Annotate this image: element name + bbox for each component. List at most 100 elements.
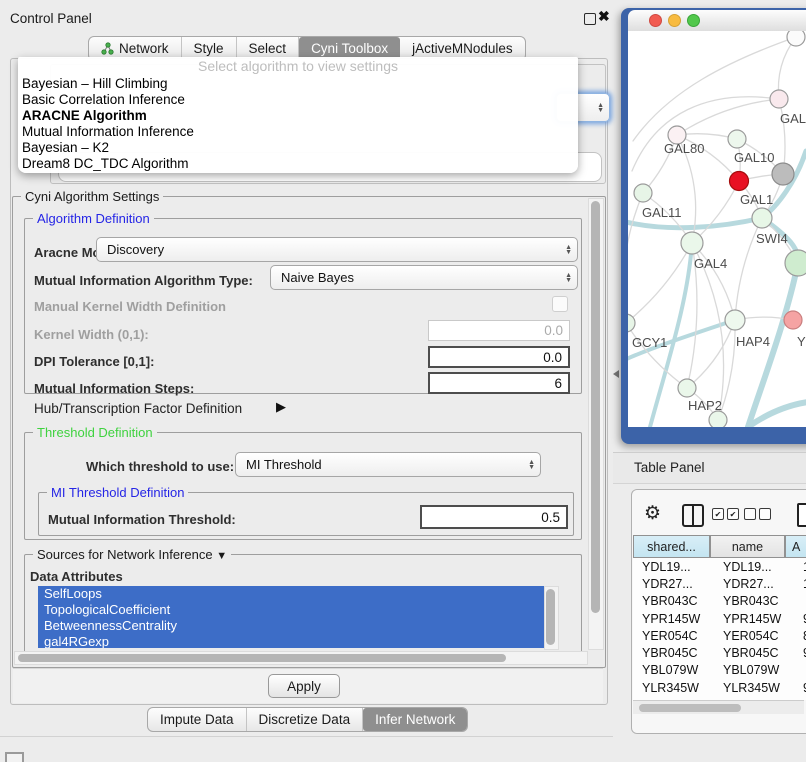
network-node-bottom[interactable] — [709, 411, 727, 427]
network-node-salmon[interactable] — [784, 311, 802, 329]
column-header-name[interactable]: name — [710, 535, 785, 558]
network-node-swi4[interactable] — [752, 208, 772, 228]
mi-threshold-label: Mutual Information Threshold: — [48, 512, 236, 527]
close-window-icon[interactable] — [649, 14, 662, 27]
algorithm-option-basic-correlation-inference[interactable]: Basic Correlation Inference — [18, 92, 578, 108]
network-node-hap2[interactable] — [678, 379, 696, 397]
attributes-scrollbar-thumb[interactable] — [546, 589, 555, 645]
network-node-label-gal4: GAL4 — [694, 256, 727, 271]
settings-group-title: Cyni Algorithm Settings — [21, 189, 163, 204]
network-node-hap4[interactable] — [725, 310, 745, 330]
table-row[interactable]: YPR145WYPR145W9. — [633, 610, 806, 627]
tab-discretize-data[interactable]: Discretize Data — [247, 708, 364, 731]
settings-hscrollbar[interactable] — [14, 651, 588, 665]
network-window-frame: GALGAL80GAL10GAL1GAL11SWI4GAL4HAP4YGCY1H… — [621, 8, 806, 444]
table-row[interactable]: YBL079WYBL079W — [633, 662, 806, 679]
network-canvas[interactable]: GALGAL80GAL10GAL1GAL11SWI4GAL4HAP4YGCY1H… — [628, 31, 806, 427]
table-panel-bar: Table Panel — [613, 452, 806, 484]
table-cell: YPR145W — [633, 612, 719, 626]
network-node-gal1[interactable] — [730, 172, 749, 191]
network-node-pink[interactable] — [770, 90, 788, 108]
sources-group-title-text: Sources for Network Inference — [37, 547, 213, 562]
table-cell: YBL079W — [633, 663, 719, 677]
network-node-label-gal80: GAL80 — [664, 141, 704, 156]
table-row[interactable]: YDL19...YDL19...13 — [633, 558, 806, 575]
apply-button[interactable]: Apply — [268, 674, 340, 698]
aracne-mode-combo[interactable]: Discovery ▲▼ — [96, 237, 578, 262]
minimize-window-icon[interactable] — [668, 14, 681, 27]
table-cell: YLR345W — [633, 681, 719, 695]
tab-label: Network — [119, 41, 169, 56]
network-node-gray[interactable] — [772, 163, 794, 185]
attributes-scrollbar[interactable] — [544, 586, 559, 650]
threshold-definition-title: Threshold Definition — [33, 425, 157, 440]
algorithm-option-aracne-algorithm[interactable]: ARACNE Algorithm — [18, 108, 578, 124]
mi-threshold-field[interactable]: 0.5 — [420, 505, 568, 529]
combo-arrows-icon: ▲▼ — [528, 460, 535, 470]
table-row[interactable]: YDR27...YDR27...12 — [633, 575, 806, 592]
table-hscrollbar[interactable] — [633, 700, 804, 714]
gear-icon[interactable]: ⚙ — [644, 502, 661, 525]
network-node-bigright[interactable] — [785, 250, 806, 276]
select-all-columns-icon[interactable]: ✔✔ — [712, 508, 742, 520]
expander-arrow-icon[interactable]: ▶ — [276, 399, 286, 415]
columns-icon[interactable] — [682, 504, 704, 527]
splitter-arrow-icon[interactable] — [613, 370, 619, 378]
minimized-panel-icon[interactable] — [5, 752, 24, 762]
table-row[interactable]: YBR045CYBR045C9. — [633, 644, 806, 661]
network-window-titlebar[interactable] — [628, 10, 806, 32]
settings-vscrollbar-thumb[interactable] — [591, 201, 600, 613]
algorithm-option-bayesian-k2[interactable]: Bayesian – K2 — [18, 140, 578, 156]
float-panel-icon[interactable] — [584, 13, 596, 25]
data-attribute-betweennesscentrality[interactable]: BetweennessCentrality — [38, 618, 544, 634]
mi-type-combo[interactable]: Naive Bayes ▲▼ — [270, 265, 578, 290]
table-row[interactable]: YLR345WYLR345W9. — [633, 679, 806, 696]
settings-vscrollbar[interactable] — [588, 198, 604, 650]
tab-infer-network[interactable]: Infer Network — [363, 708, 467, 731]
table-cell: YBR043C — [633, 594, 719, 608]
column-header-a[interactable]: A — [785, 535, 806, 558]
table-cell: YDR27... — [719, 577, 795, 591]
data-attribute-gal4rgexp[interactable]: gal4RGexp — [38, 634, 544, 648]
algorithm-option-mutual-information-inference[interactable]: Mutual Information Inference — [18, 124, 578, 140]
new-table-icon[interactable] — [797, 503, 806, 527]
which-threshold-combo[interactable]: MI Threshold ▲▼ — [235, 452, 541, 477]
algorithm-definition-title: Algorithm Definition — [33, 211, 154, 226]
network-node-label-gcy1: GCY1 — [632, 335, 667, 350]
table-hscrollbar-thumb[interactable] — [639, 704, 741, 712]
table-row[interactable]: YBR043CYBR043C — [633, 593, 806, 610]
data-attribute-topologicalcoefficient[interactable]: TopologicalCoefficient — [38, 602, 544, 618]
data-attribute-selfloops[interactable]: SelfLoops — [38, 586, 544, 602]
network-node-label-pink: GAL — [780, 111, 806, 126]
mi-steps-label: Mutual Information Steps: — [34, 381, 194, 396]
mi-type-value: Naive Bayes — [281, 270, 354, 285]
data-attributes-list[interactable]: SelfLoopsTopologicalCoefficientBetweenne… — [38, 586, 544, 648]
network-tab-icon — [101, 42, 114, 55]
tab-impute-data[interactable]: Impute Data — [148, 708, 247, 731]
columns-icon-divider — [692, 506, 694, 525]
network-node-gal11[interactable] — [634, 184, 652, 202]
network-node-label-gal1: GAL1 — [740, 192, 773, 207]
network-node-gal10[interactable] — [728, 130, 746, 148]
mi-steps-field[interactable]: 6 — [428, 372, 570, 394]
network-node-top[interactable] — [787, 31, 805, 46]
algorithm-dropdown-popup: Select algorithm to view settings Bayesi… — [18, 57, 578, 173]
deselect-all-columns-icon[interactable] — [744, 508, 774, 520]
close-panel-icon[interactable]: ✖ — [598, 8, 610, 25]
table-row[interactable]: YER054CYER054C8. — [633, 627, 806, 644]
hub-expander-label[interactable]: Hub/Transcription Factor Definition — [34, 401, 242, 416]
network-edge-gal1-gal4 — [692, 181, 739, 243]
table-cell: YER054C — [719, 629, 795, 643]
sources-group-title[interactable]: Sources for Network Inference ▼ — [33, 547, 231, 562]
network-node-gal4[interactable] — [681, 232, 703, 254]
table-cell: 9. — [795, 681, 806, 695]
dpi-tolerance-field[interactable]: 0.0 — [428, 346, 570, 368]
settings-hscrollbar-thumb[interactable] — [18, 654, 506, 662]
algorithm-option-bayesian-hill-climbing[interactable]: Bayesian – Hill Climbing — [18, 76, 578, 92]
network-node-label-hap4: HAP4 — [736, 334, 770, 349]
network-graph: GALGAL80GAL10GAL1GAL11SWI4GAL4HAP4YGCY1H… — [628, 31, 806, 427]
network-edge-pink-gal80 — [677, 99, 779, 135]
algorithm-option-dream8-dc-tdc-algorithm[interactable]: Dream8 DC_TDC Algorithm — [18, 156, 578, 172]
column-header-shared[interactable]: shared... — [633, 535, 710, 558]
zoom-window-icon[interactable] — [687, 14, 700, 27]
